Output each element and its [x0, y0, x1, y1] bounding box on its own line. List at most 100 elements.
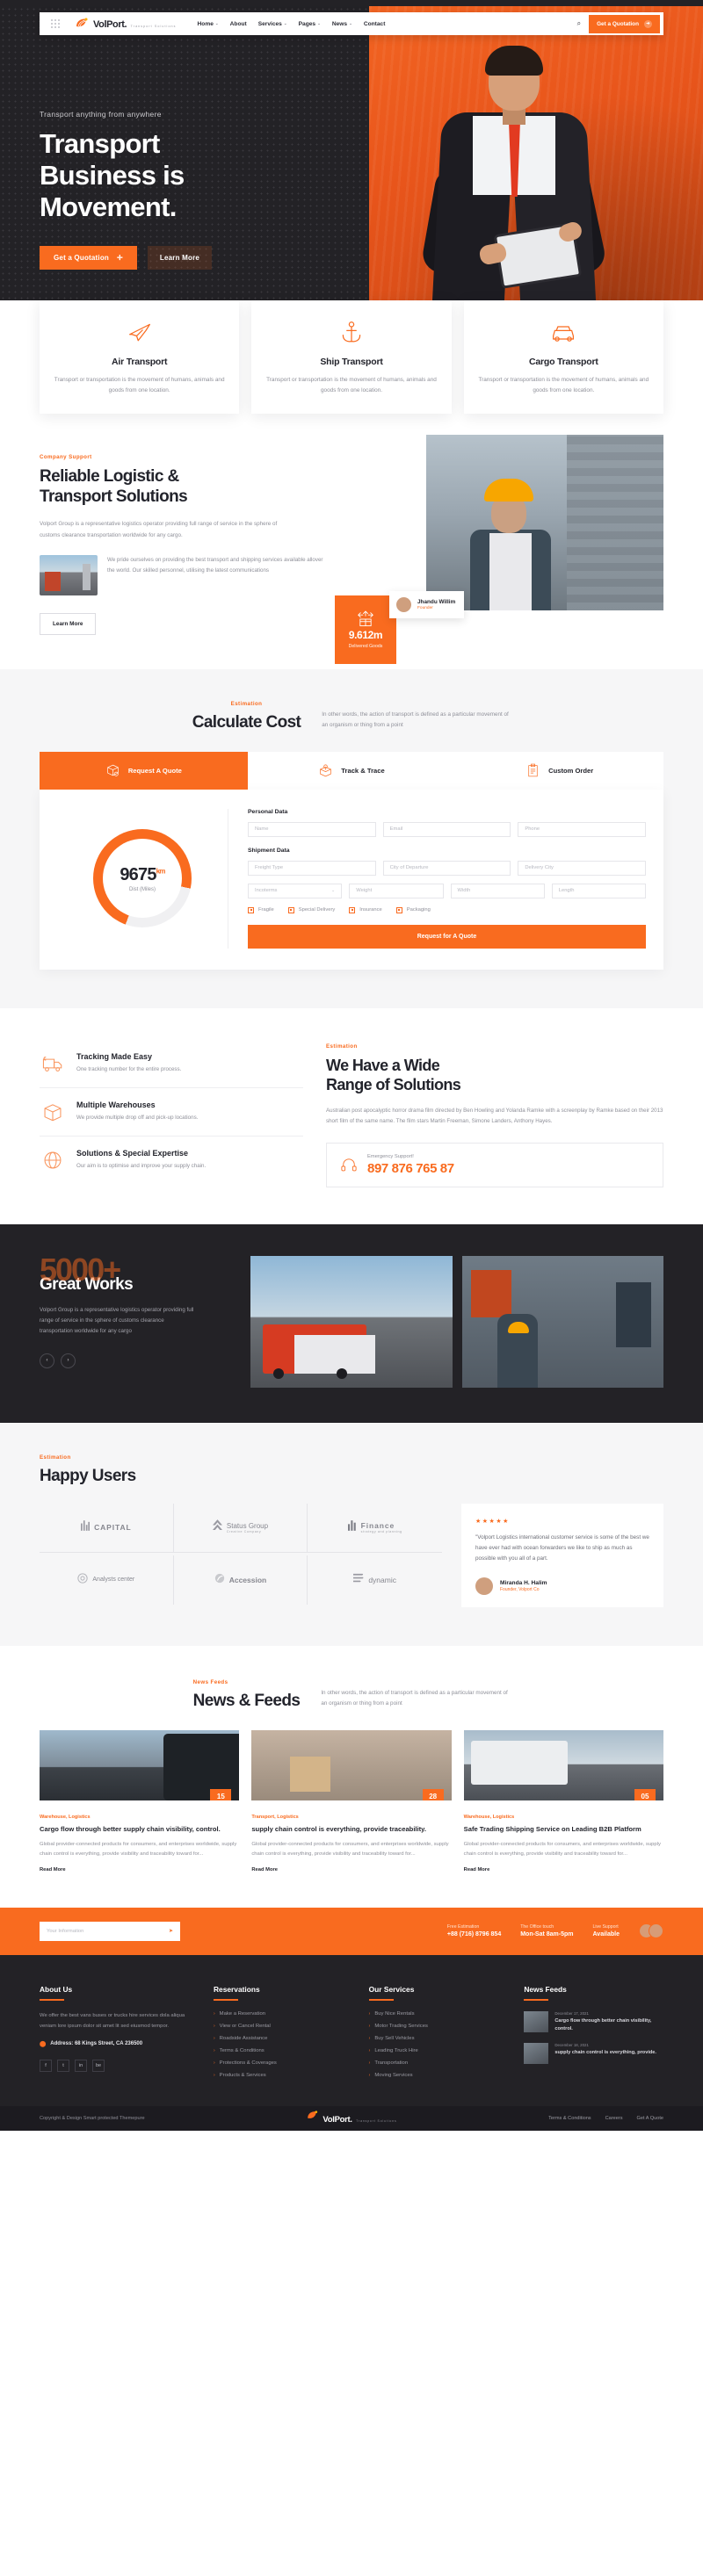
freight-type-input[interactable]: Freight Type: [248, 860, 376, 876]
list-item[interactable]: › Terms & Conditions: [214, 2048, 353, 2053]
footer-news-item[interactable]: December 18, 2021 supply chain control i…: [524, 2042, 663, 2064]
list-item[interactable]: › View or Cancel Rental: [214, 2024, 353, 2029]
menu-dots-icon[interactable]: [40, 19, 71, 28]
list-item[interactable]: › Buy Sell Vehicles: [369, 2036, 509, 2041]
strip-value: Mon-Sat 8am-5pm: [520, 1931, 574, 1938]
get-quotation-button[interactable]: Get a Quotation ➔: [589, 14, 660, 33]
post-excerpt: Global provider-connected products for c…: [251, 1842, 449, 1858]
hero-learn-more-button[interactable]: Learn More: [147, 245, 213, 270]
feature-desc: One tracking number for the entire proce…: [76, 1065, 182, 1072]
length-input[interactable]: Length: [551, 883, 646, 898]
get-quote-link[interactable]: Get A Quote: [637, 2116, 663, 2121]
news-post[interactable]: 15 MAY Warehouse, Logistics Cargo flow t…: [40, 1729, 240, 1872]
email-input[interactable]: Email: [382, 821, 511, 837]
search-icon[interactable]: ⌕: [577, 19, 581, 28]
nav-item-services[interactable]: Services ⌄: [258, 21, 287, 27]
terms-link[interactable]: Terms & Conditions: [548, 2116, 591, 2121]
post-title[interactable]: Safe Trading Shipping Service on Leading…: [464, 1824, 663, 1835]
work-image-truck[interactable]: [250, 1255, 453, 1388]
footer-news-item[interactable]: December 17, 2021 Cargo flow through bet…: [524, 2010, 663, 2033]
strip-label: Live Support: [592, 1924, 619, 1930]
nav-links: Home ⌄ About Services ⌄ Pages ⌄ News ⌄ Conta…: [198, 21, 386, 27]
behance-icon[interactable]: be: [92, 2060, 105, 2073]
strip-office-hours: The Office touch Mon-Sat 8am-5pm: [520, 1924, 573, 1937]
footer-brand[interactable]: VolPort. Transport Solutions: [306, 2110, 396, 2126]
service-card-cargo[interactable]: Cargo Transport Transport or transportat…: [463, 300, 663, 414]
box-icon: [40, 1100, 66, 1123]
nav-item-news[interactable]: News ⌄: [332, 21, 352, 27]
list-item[interactable]: › Moving Services: [369, 2073, 509, 2078]
bullet-icon: ›: [214, 2072, 215, 2078]
carousel-prev-button[interactable]: ‹: [40, 1353, 54, 1368]
checkbox-insurance[interactable]: Insurance: [349, 906, 382, 913]
circle-icon: [77, 1572, 89, 1588]
post-title[interactable]: Cargo flow through better supply chain v…: [40, 1824, 239, 1835]
feature-tracking: Tracking Made Easy One tracking number f…: [40, 1040, 303, 1088]
phone-input[interactable]: Phone: [518, 821, 647, 837]
linkedin-icon[interactable]: in: [75, 2060, 87, 2073]
news-post[interactable]: 05 AUG Warehouse, Logistics Safe Trading…: [463, 1729, 663, 1872]
hero-title-line3: Movement.: [40, 191, 177, 222]
list-item[interactable]: › Make a Reservation: [214, 2011, 353, 2017]
delivered-goods-stat: 9.612m Delivered Goods: [335, 595, 396, 664]
bullet-icon: ›: [214, 2047, 215, 2053]
news-post[interactable]: 28 JAN Transport, Logistics supply chain…: [251, 1729, 452, 1872]
checkbox-packaging[interactable]: Packaging: [395, 906, 431, 913]
post-read-more[interactable]: Read More: [40, 1867, 239, 1872]
list-item[interactable]: › Transportation: [369, 2060, 509, 2066]
post-title[interactable]: supply chain control is everything, prov…: [251, 1824, 451, 1835]
checkbox-special-delivery[interactable]: Special Delivery: [287, 906, 335, 913]
wide-desc: Australian post apocalyptic horror drama…: [326, 1107, 663, 1124]
width-input[interactable]: Width: [450, 883, 545, 898]
post-read-more[interactable]: Read More: [251, 1867, 451, 1872]
post-date-badge: 05 AUG: [634, 1788, 656, 1800]
weight-input[interactable]: Weight: [349, 883, 444, 898]
list-item[interactable]: › Leading Truck Hire: [369, 2048, 509, 2053]
carousel-next-button[interactable]: ›: [61, 1353, 76, 1368]
brand-logo[interactable]: VolPort. Transport Solutions: [71, 16, 177, 32]
careers-link[interactable]: Careers: [605, 2116, 623, 2121]
reliable-learn-more-button[interactable]: Learn More: [40, 613, 97, 636]
nav-item-home[interactable]: Home ⌄: [198, 21, 219, 27]
list-item[interactable]: › Protections & Coverages: [214, 2060, 353, 2066]
hero-quotation-button[interactable]: Get a Quotation ✛: [40, 245, 137, 270]
facebook-icon[interactable]: f: [40, 2060, 52, 2073]
checkbox-fragile[interactable]: Fragile: [248, 906, 274, 913]
information-input[interactable]: Your Information ➤: [40, 1921, 180, 1941]
tab-track-trace[interactable]: Track & Trace: [248, 752, 456, 790]
works-gallery: [250, 1255, 663, 1388]
nav-item-pages[interactable]: Pages ⌄: [299, 21, 321, 27]
nav-item-about[interactable]: About: [230, 21, 247, 27]
footer-newsfeeds-column: News Feeds December 17, 2021 Cargo flow …: [524, 1985, 663, 2085]
address-text: Address: 68 Kings Street, CA 236500: [50, 2041, 143, 2047]
bullet-icon: ›: [368, 2060, 371, 2066]
city-departure-input[interactable]: City of Departure: [382, 860, 511, 876]
list-item[interactable]: › Products & Services: [214, 2073, 353, 2078]
service-card-ship[interactable]: Ship Transport Transport or transportati…: [251, 300, 452, 414]
hero-title-line1: Transport: [40, 128, 160, 159]
bullet-icon: ›: [368, 2035, 371, 2041]
logo-text: CAPITAL: [94, 1523, 132, 1533]
request-quote-submit-button[interactable]: Request for A Quote: [248, 924, 646, 949]
send-icon[interactable]: ➤: [169, 1928, 173, 1934]
post-day: 28: [429, 1792, 438, 1800]
emergency-phone[interactable]: 897 876 765 87: [367, 1161, 454, 1176]
delivery-city-input[interactable]: Delivery City: [518, 860, 647, 876]
post-read-more[interactable]: Read More: [464, 1867, 663, 1872]
service-title: Air Transport: [112, 357, 168, 367]
service-card-air[interactable]: Air Transport Transport or transportatio…: [40, 300, 240, 414]
nav-item-contact[interactable]: Contact: [364, 21, 386, 27]
list-label: Buy Sell Vehicles: [374, 2035, 415, 2041]
list-item[interactable]: › Buy Nice Rentals: [369, 2011, 509, 2017]
list-item[interactable]: › Motor Trading Services: [369, 2024, 509, 2029]
happy-title: Happy Users: [40, 1466, 136, 1485]
list-item[interactable]: › Roadside Assistance: [214, 2036, 353, 2041]
name-input[interactable]: Name: [248, 821, 376, 837]
twitter-icon[interactable]: t: [57, 2060, 69, 2073]
work-image-warehouse[interactable]: [461, 1255, 663, 1388]
incoterms-select[interactable]: Incoterms ⌄: [248, 883, 343, 898]
tab-custom-order[interactable]: Custom Order: [455, 752, 663, 790]
reliable-section: Company Support Reliable Logistic & Tran…: [0, 414, 703, 669]
person-name: Jhandu Willim: [417, 598, 456, 605]
tab-request-a-quote[interactable]: Request A Quote: [40, 751, 248, 790]
